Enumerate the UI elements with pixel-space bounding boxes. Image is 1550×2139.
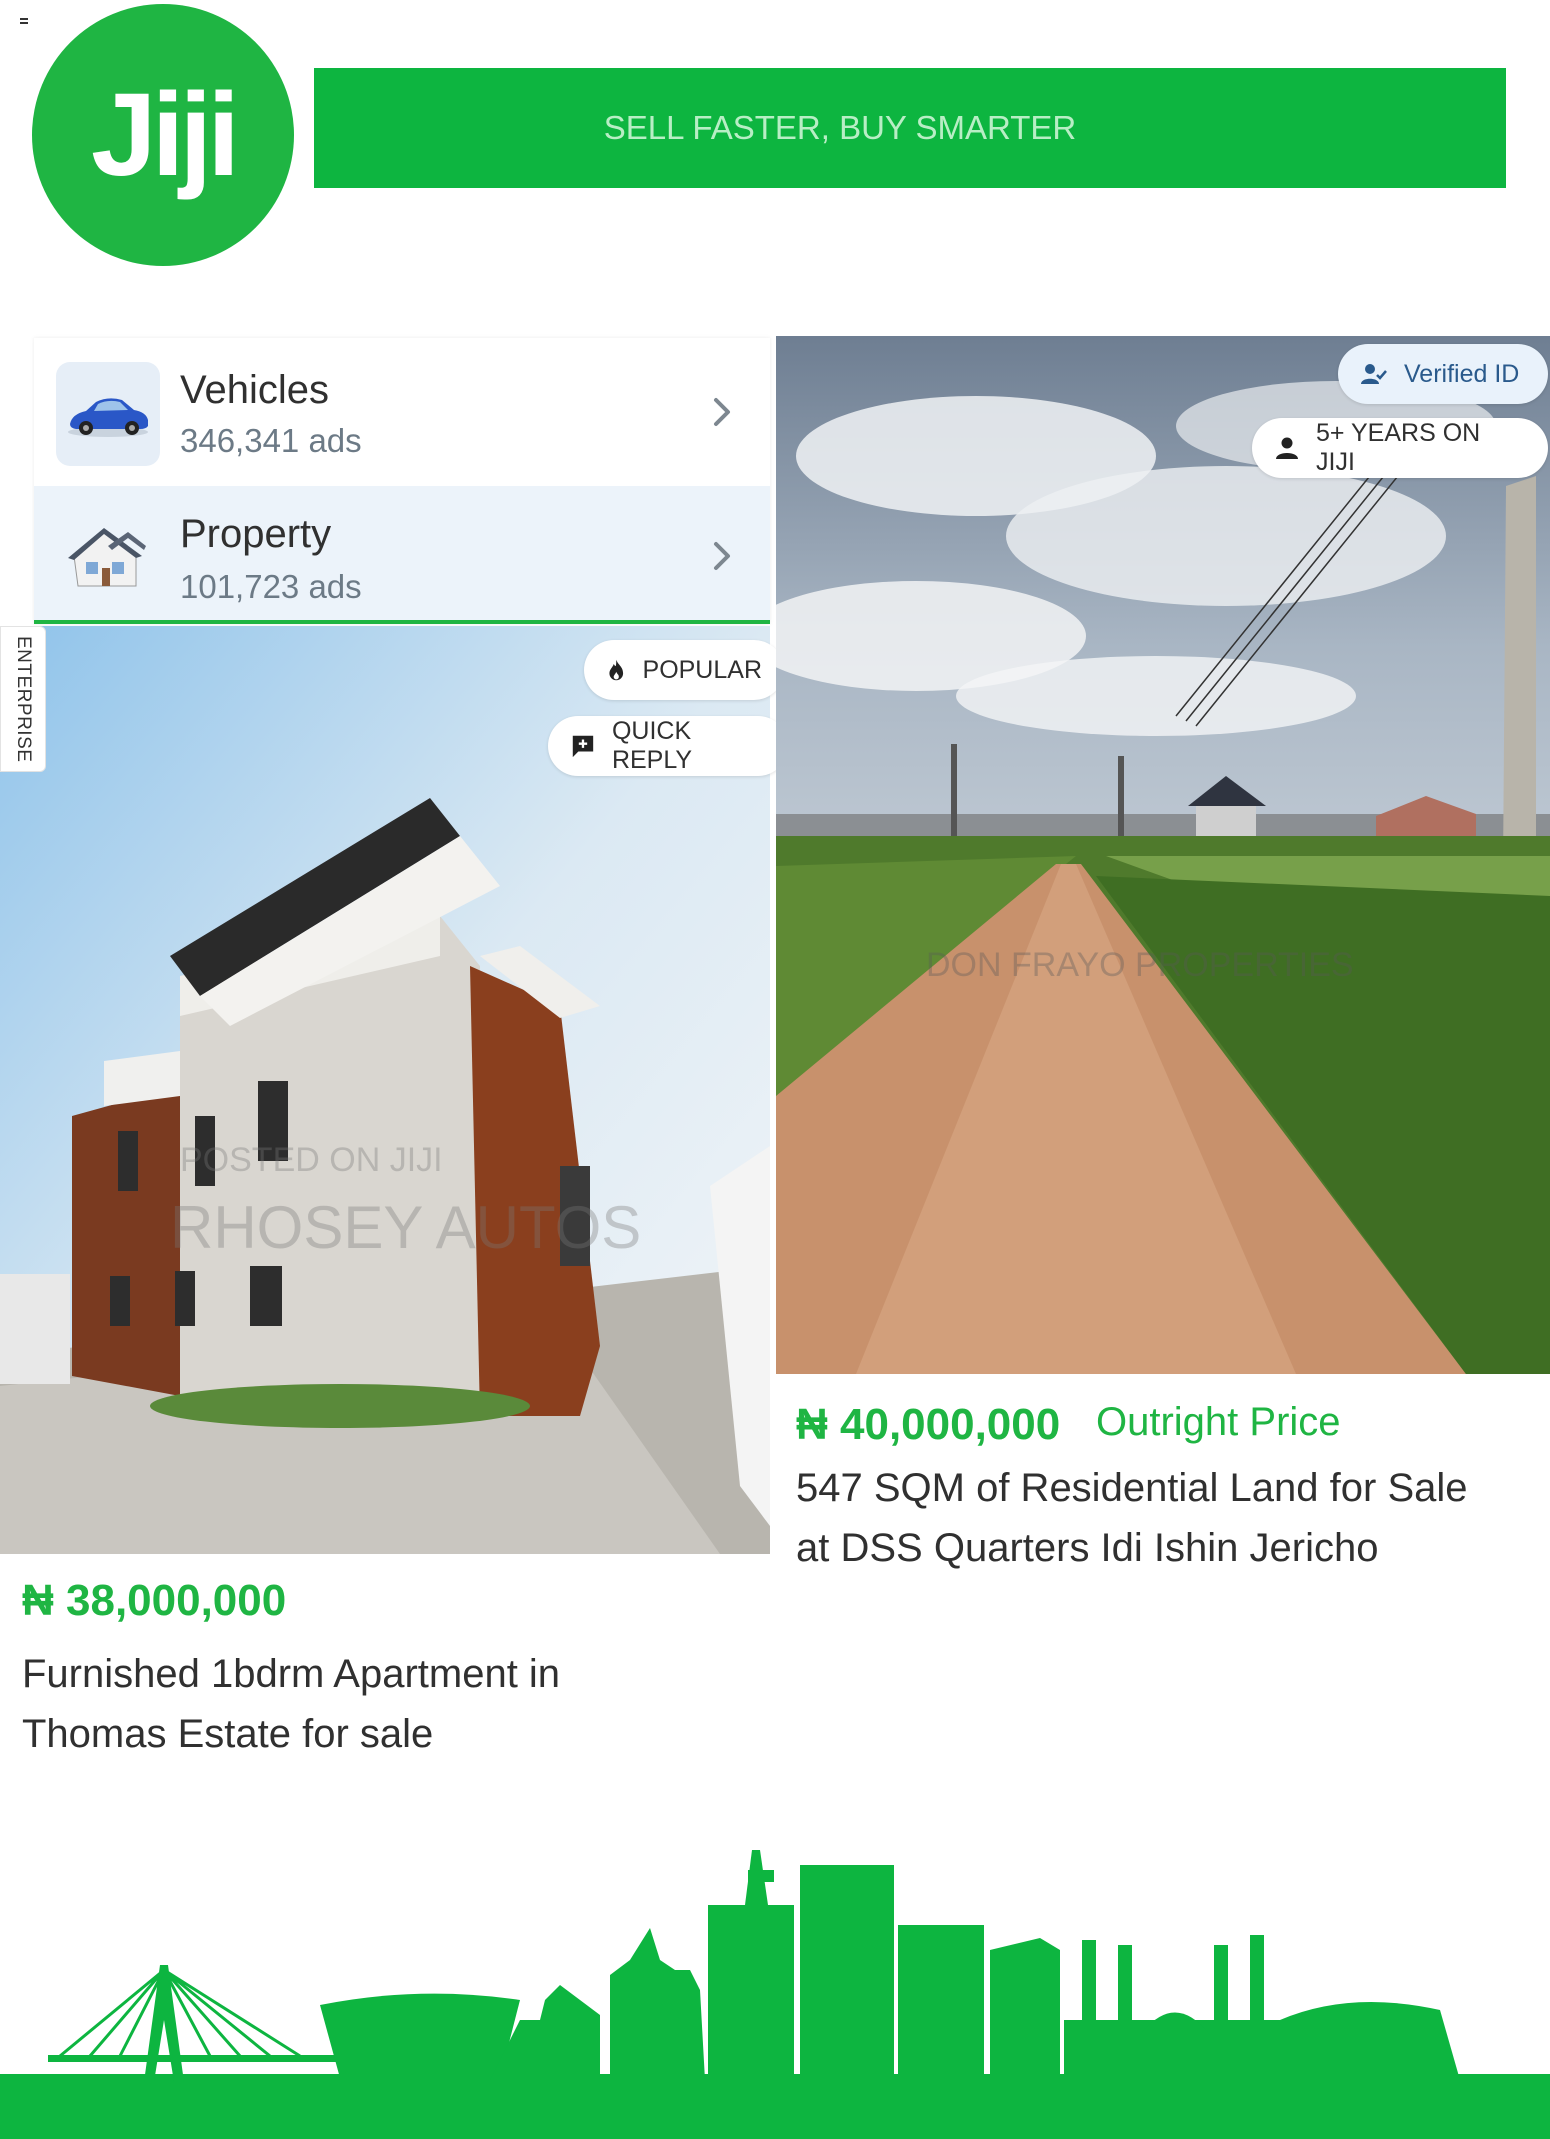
price-note: Outright Price bbox=[1096, 1400, 1341, 1444]
ad-title-line[interactable]: Furnished 1bdrm Apartment in bbox=[22, 1644, 560, 1704]
verified-id-label: Verified ID bbox=[1404, 359, 1520, 388]
category-count: 346,341 ads bbox=[180, 422, 362, 459]
fire-icon bbox=[609, 659, 624, 681]
car-icon bbox=[56, 362, 160, 466]
years-on-jiji-label: 5+ YEARS ON JIJI bbox=[1316, 419, 1481, 476]
svg-text:RHOSEY AUTOS: RHOSEY AUTOS bbox=[170, 1194, 641, 1261]
ad-image-land[interactable]: DON FRAYO PROPERTIES bbox=[776, 336, 1550, 1374]
chat-icon bbox=[572, 735, 594, 758]
category-item-property[interactable]: Property 101,723 ads bbox=[34, 486, 770, 624]
city-skyline-illustration bbox=[0, 1850, 1550, 2139]
quick-reply-badge: QUICK REPLY bbox=[548, 716, 788, 776]
chevron-right-icon bbox=[714, 542, 730, 570]
svg-text:DON FRAYO PROPERTIES: DON FRAYO PROPERTIES bbox=[926, 946, 1354, 984]
chevron-right-icon bbox=[714, 398, 730, 426]
menu-mark bbox=[20, 18, 28, 24]
ad-title-line[interactable]: at DSS Quarters Idi Ishin Jericho bbox=[796, 1518, 1378, 1578]
popular-label: POPULAR bbox=[642, 655, 762, 684]
jiji-logo[interactable]: Jiji bbox=[32, 4, 294, 266]
user-icon bbox=[1276, 437, 1298, 459]
tagline-banner: SELL FASTER, BUY SMARTER bbox=[314, 68, 1506, 188]
ad-price: ₦ 40,000,000 bbox=[796, 1400, 1061, 1449]
enterprise-label: ENTERPRISE bbox=[13, 635, 34, 763]
enterprise-tag: ENTERPRISE bbox=[0, 626, 46, 772]
ad-title-line[interactable]: 547 SQM of Residential Land for Sale bbox=[796, 1458, 1468, 1518]
ad-price: ₦ 38,000,000 bbox=[22, 1576, 287, 1625]
popular-badge: POPULAR bbox=[584, 640, 784, 700]
years-on-jiji-badge: 5+ YEARS ON JIJI bbox=[1252, 418, 1548, 478]
verified-id-badge: Verified ID bbox=[1338, 344, 1548, 404]
ad-title-line[interactable]: Thomas Estate for sale bbox=[22, 1704, 433, 1764]
svg-text:POSTED ON JIJI: POSTED ON JIJI bbox=[180, 1141, 443, 1179]
category-list: Vehicles 346,341 ads Property 101,723 ad… bbox=[34, 338, 770, 624]
quick-reply-label: QUICK REPLY bbox=[611, 717, 693, 774]
category-title: Property bbox=[180, 512, 332, 556]
category-count: 101,723 ads bbox=[180, 568, 362, 605]
logo-text: Jiji bbox=[91, 69, 240, 201]
house-icon bbox=[56, 506, 160, 610]
category-title: Vehicles bbox=[180, 368, 329, 412]
verified-user-icon bbox=[1361, 364, 1387, 384]
tagline: SELL FASTER, BUY SMARTER bbox=[603, 109, 1077, 146]
category-item-vehicles[interactable]: Vehicles 346,341 ads bbox=[34, 338, 770, 486]
